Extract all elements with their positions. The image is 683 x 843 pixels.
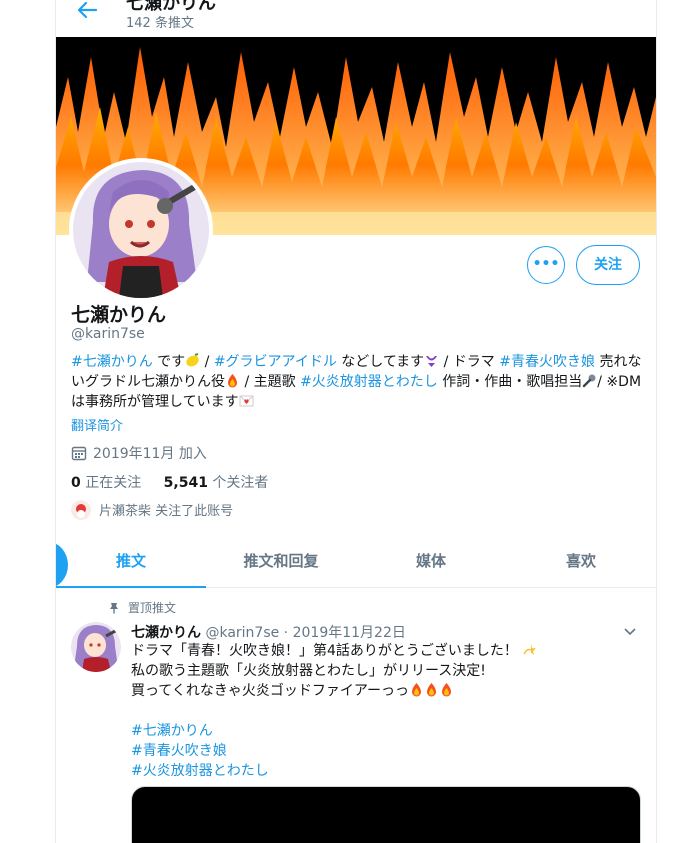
tweet-avatar[interactable]: [71, 622, 121, 672]
tab-media[interactable]: 媒体: [356, 535, 506, 587]
tab-tweets-and-replies[interactable]: 推文和回复: [206, 535, 356, 587]
follower-avatar: [71, 500, 91, 520]
following-count: 0: [71, 475, 81, 491]
bikini-emoji-icon: [424, 353, 439, 368]
tweet-author-handle[interactable]: @karin7se: [205, 625, 279, 641]
tweet-text: ドラマ「青春！火吹き娘！」第4話ありがとうございました！ 私の歌う主題歌「火炎放…: [131, 641, 641, 781]
followers-count: 5,541: [163, 475, 208, 491]
love-letter-emoji-icon: [239, 393, 254, 408]
tweet-hashtag[interactable]: #七瀬かりん: [131, 721, 641, 741]
tweet-hashtag[interactable]: #火炎放射器とわたし: [131, 761, 641, 781]
pinned-label: 置顶推文: [128, 601, 177, 615]
profile-avatar[interactable]: [69, 158, 213, 302]
profile-handle: @karin7se: [71, 326, 145, 342]
profile-column: 七瀬かりん 142 条推文 ••• 关注 七瀬かりん @karin7se #七瀬…: [55, 0, 657, 843]
tweet-author-name[interactable]: 七瀬かりん: [131, 625, 201, 641]
profile-bio: #七瀬かりん です / #グラビアアイドル などしてます / ドラマ #青春火吹…: [71, 352, 643, 412]
lemon-emoji-icon: [185, 353, 200, 368]
tab-tweets[interactable]: 推文: [56, 535, 206, 588]
followed-by-text: 片瀬茶柴 关注了此账号: [99, 504, 234, 519]
dizzy-star-emoji-icon: [522, 642, 537, 657]
tweet-hashtag[interactable]: #青春火吹き娘: [131, 741, 641, 761]
tweet-count: 142 条推文: [126, 16, 194, 31]
tweet-line: 私の歌う主題歌「火炎放射器とわたし」がリリース決定!: [131, 663, 486, 679]
fire-emoji-icon: [409, 682, 424, 697]
followers-label: 个关注者: [212, 475, 269, 491]
chevron-down-icon[interactable]: [622, 624, 638, 640]
hashtag-link[interactable]: #グラビアアイドル: [214, 354, 337, 370]
hashtag-link[interactable]: #青春火吹き娘: [499, 354, 595, 370]
follow-stats: 0 正在关注 5,541 个关注者: [71, 472, 268, 492]
pin-icon: [110, 603, 118, 614]
hashtag-link[interactable]: #火炎放射器とわたし: [300, 374, 438, 390]
bio-text: / ドラマ: [439, 354, 500, 370]
tweet-date[interactable]: 2019年11月22日: [293, 625, 406, 641]
bio-text: 作詞・作曲・歌唱担当: [437, 374, 583, 390]
fire-emoji-icon: [424, 682, 439, 697]
follow-button[interactable]: 关注: [576, 245, 640, 285]
tweet-media[interactable]: [131, 786, 641, 843]
tab-likes[interactable]: 喜欢: [506, 535, 656, 587]
tweet-line-text: 買ってくれなきゃ火炎ゴッドファイアーっっ: [131, 683, 410, 699]
tweet-line: ドラマ「青春！火吹き娘！」第4話ありがとうございました！: [131, 641, 641, 661]
following-link[interactable]: 0 正在关注: [71, 475, 141, 491]
bio-text: / 主題歌: [240, 374, 301, 390]
translate-bio-link[interactable]: 翻译简介: [71, 415, 123, 434]
following-label: 正在关注: [85, 475, 142, 491]
top-bar: 七瀬かりん 142 条推文: [56, 0, 656, 37]
join-date: 2019年11月 加入: [71, 443, 207, 463]
fire-emoji-icon: [439, 682, 454, 697]
bio-text: などしてます: [336, 354, 425, 370]
bio-text: です: [152, 354, 186, 370]
tweet-header: 七瀬かりん @karin7se · 2019年11月22日: [131, 622, 406, 642]
followed-by[interactable]: 片瀬茶柴 关注了此账号: [71, 500, 233, 520]
tweet-spacer: [131, 701, 641, 721]
microphone-emoji-icon: [582, 373, 597, 388]
hashtag-link[interactable]: #七瀬かりん: [71, 354, 153, 370]
profile-tabs: 推文 推文和回复 媒体 喜欢: [56, 535, 656, 588]
tweet-line: 買ってくれなきゃ火炎ゴッドファイアーっっ: [131, 681, 641, 701]
followers-link[interactable]: 5,541 个关注者: [164, 475, 269, 491]
tweet-line-text: ドラマ「青春！火吹き娘！」第4話ありがとうございました！: [131, 643, 518, 659]
tweet-separator: ·: [279, 625, 293, 641]
profile-name: 七瀬かりん: [71, 304, 167, 326]
more-options-button[interactable]: •••: [527, 246, 565, 284]
bio-text: /: [200, 354, 214, 370]
calendar-icon: [71, 446, 87, 461]
pinned-indicator: 置顶推文: [108, 599, 176, 616]
back-arrow-icon[interactable]: [76, 0, 100, 22]
fire-emoji-icon: [225, 373, 240, 388]
join-date-text: 2019年11月 加入: [93, 446, 207, 462]
